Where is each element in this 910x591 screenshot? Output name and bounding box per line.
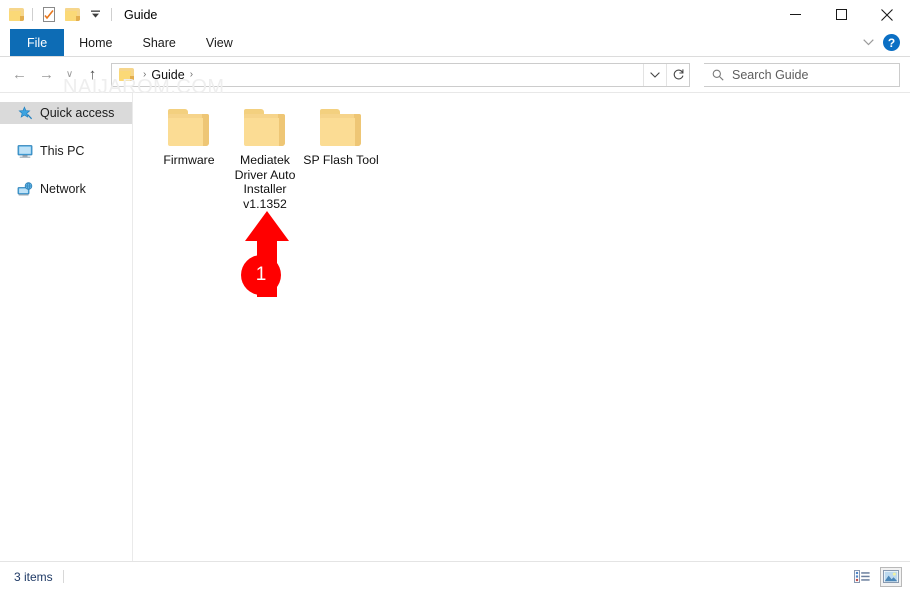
item-count-label: 3 items [14, 569, 53, 584]
star-pin-icon [16, 105, 33, 121]
list-item[interactable]: Mediatek Driver Auto Installer v1.1352 [227, 105, 303, 211]
back-button[interactable]: ← [6, 62, 33, 88]
customize-dropdown-icon[interactable] [85, 5, 105, 25]
sidebar-item-network[interactable]: Network [0, 178, 132, 200]
window-controls [772, 0, 910, 29]
search-icon [712, 69, 724, 81]
file-explorer-window: Guide File Home Share View ? ← → ∨ ↑ › G… [0, 0, 910, 591]
ribbon-tabs: File Home Share View ? [0, 29, 910, 57]
annotation-step-number: 1 [241, 255, 281, 295]
sidebar-item-this-pc[interactable]: This PC [0, 140, 132, 162]
network-icon [16, 181, 33, 197]
sidebar-item-quick-access[interactable]: Quick access [0, 102, 132, 124]
chevron-down-icon[interactable] [859, 34, 877, 52]
address-history-dropdown-icon[interactable] [643, 63, 666, 86]
annotation-arrow [245, 211, 289, 297]
tab-file[interactable]: File [10, 29, 65, 56]
maximize-button[interactable] [818, 0, 864, 29]
search-input[interactable]: Search Guide [704, 62, 900, 87]
watermark-top: NAIJAROM.COM [63, 76, 225, 98]
explorer-body: Quick access This PC Network Firmware Me… [0, 92, 910, 561]
window-title: Guide [124, 7, 158, 22]
folder-icon [319, 109, 364, 147]
search-placeholder: Search Guide [732, 67, 809, 82]
item-label: Mediatek Driver Auto Installer v1.1352 [234, 153, 296, 211]
monitor-icon [16, 143, 33, 159]
refresh-button[interactable] [666, 63, 689, 86]
folder-icon[interactable] [6, 5, 26, 25]
address-field-controls [643, 63, 689, 86]
help-button[interactable]: ? [883, 34, 900, 51]
list-item[interactable]: Firmware [151, 105, 227, 168]
sidebar-item-label: Quick access [40, 106, 115, 120]
sidebar-item-label: Network [40, 182, 86, 196]
ribbon-right-controls: ? [859, 29, 906, 56]
quick-access-toolbar [0, 0, 115, 29]
sidebar-item-label: This PC [40, 144, 85, 158]
item-label: SP Flash Tool [303, 153, 379, 167]
list-item[interactable]: SP Flash Tool [303, 105, 379, 168]
status-bar: 3 items [0, 561, 910, 591]
toolbar-divider [32, 8, 33, 21]
title-bar: Guide [0, 0, 910, 29]
folder-icon [243, 109, 288, 147]
minimize-button[interactable] [772, 0, 818, 29]
view-mode-buttons [851, 566, 902, 587]
item-label: Firmware [163, 153, 215, 167]
file-list-area[interactable]: Firmware Mediatek Driver Auto Installer … [133, 93, 910, 561]
folder-icon [167, 109, 212, 147]
close-button[interactable] [864, 0, 910, 29]
status-divider [62, 570, 64, 583]
new-folder-icon[interactable] [62, 5, 82, 25]
tab-share[interactable]: Share [128, 29, 191, 56]
properties-icon[interactable] [39, 5, 59, 25]
details-view-button[interactable] [851, 567, 873, 587]
toolbar-divider-2 [111, 8, 112, 21]
items-grid: Firmware Mediatek Driver Auto Installer … [133, 93, 910, 211]
tab-home[interactable]: Home [64, 29, 127, 56]
tab-view[interactable]: View [191, 29, 248, 56]
forward-button[interactable]: → [33, 62, 60, 88]
large-icons-view-button[interactable] [880, 566, 902, 587]
navigation-pane: Quick access This PC Network [0, 93, 133, 561]
